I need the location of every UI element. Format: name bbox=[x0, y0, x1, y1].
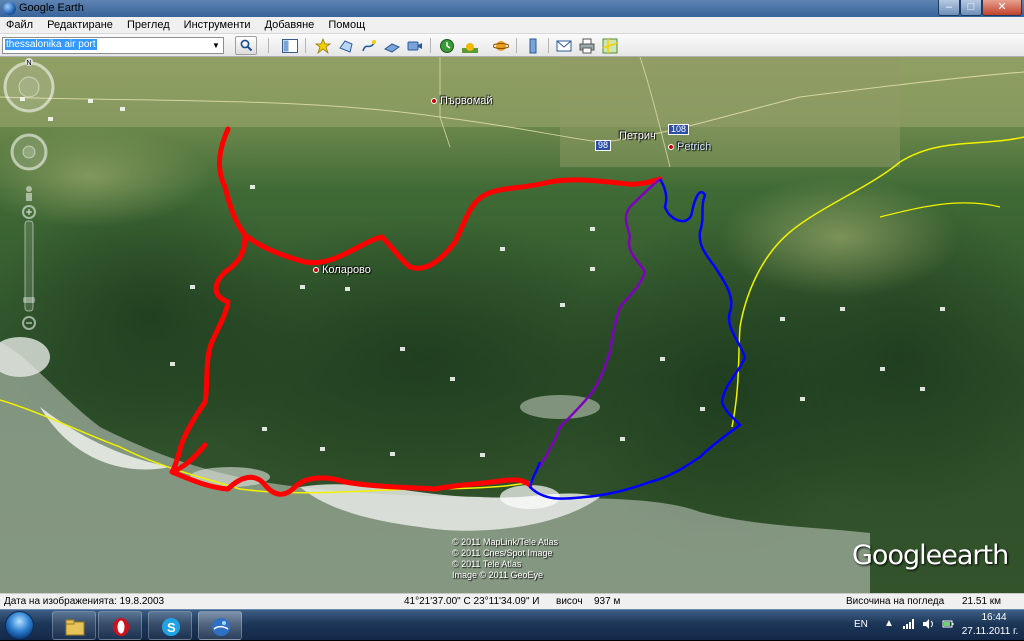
switch-planet-button[interactable] bbox=[490, 36, 512, 55]
search-icon bbox=[240, 39, 252, 52]
add-placemark-button[interactable] bbox=[312, 36, 334, 55]
town-marker-icon bbox=[431, 98, 437, 104]
toolbar-separator bbox=[516, 38, 517, 53]
language-indicator[interactable]: EN bbox=[854, 619, 868, 630]
add-polygon-button[interactable] bbox=[335, 36, 357, 55]
taskbar-google-earth[interactable] bbox=[198, 611, 242, 640]
skype-icon: S bbox=[162, 618, 180, 636]
opera-icon bbox=[113, 618, 129, 636]
ruler-button[interactable] bbox=[522, 36, 544, 55]
minimize-button[interactable]: – bbox=[938, 0, 960, 16]
menu-edit[interactable]: Редактиране bbox=[41, 17, 118, 31]
windows-logo-icon bbox=[5, 611, 34, 640]
taskbar-skype[interactable]: S bbox=[148, 611, 192, 640]
network-icon[interactable] bbox=[902, 618, 914, 633]
pegman-icon[interactable] bbox=[26, 186, 32, 201]
chevron-down-icon[interactable]: ▼ bbox=[210, 39, 222, 52]
toolbar-separator bbox=[548, 38, 549, 53]
menu-tools[interactable]: Инструменти bbox=[178, 17, 256, 31]
taskbar: S EN ▲ 16:44 27.11.2011 г. bbox=[0, 609, 1024, 640]
battery-icon[interactable] bbox=[942, 618, 954, 633]
google-earth-logo: Googleearth bbox=[852, 540, 1009, 571]
menu-help[interactable]: Помощ bbox=[322, 17, 370, 31]
search-input-value[interactable]: thessalonika air port bbox=[5, 39, 97, 50]
title-bar: Google Earth – □ ✕ bbox=[0, 0, 1024, 17]
maximize-button[interactable]: □ bbox=[960, 0, 982, 16]
taskbar-opera[interactable] bbox=[98, 611, 142, 640]
system-tray: EN ▲ 16:44 27.11.2011 г. bbox=[846, 610, 1024, 641]
image-date: Дата на изображенията: 19.8.2003 bbox=[4, 596, 165, 607]
search-button[interactable] bbox=[235, 36, 257, 55]
sunlight-button[interactable] bbox=[459, 36, 481, 55]
menu-view[interactable]: Преглед bbox=[121, 17, 175, 31]
google-earth-icon bbox=[212, 618, 230, 636]
menu-file[interactable]: Файл bbox=[0, 17, 38, 31]
print-button[interactable] bbox=[576, 36, 598, 55]
record-tour-icon bbox=[407, 41, 422, 51]
sidebar-toggle-button[interactable] bbox=[279, 36, 301, 55]
elevation-value: 937 м bbox=[594, 596, 621, 607]
place-petrich[interactable]: Петрич bbox=[619, 130, 656, 142]
windows-explorer-icon bbox=[65, 619, 85, 636]
print-icon bbox=[579, 38, 595, 54]
clock-date[interactable]: 27.11.2011 г. bbox=[958, 626, 1022, 637]
view-in-google-maps-button[interactable] bbox=[599, 36, 621, 55]
zoom-slider[interactable] bbox=[22, 205, 36, 330]
eye-altitude-label: Височина на погледа bbox=[846, 596, 945, 607]
town-marker-icon bbox=[668, 144, 674, 150]
email-icon bbox=[556, 40, 572, 52]
coordinates-readout: 41°21'37.00" С 23°11'34.09" И bbox=[404, 596, 540, 607]
ruler-icon bbox=[529, 38, 537, 54]
road-shield-98: 98 bbox=[595, 140, 612, 151]
town-marker-icon bbox=[313, 267, 319, 273]
close-button[interactable]: ✕ bbox=[982, 0, 1022, 16]
start-button[interactable] bbox=[2, 610, 40, 641]
historical-imagery-button[interactable] bbox=[436, 36, 458, 55]
placemark-icon bbox=[314, 38, 332, 55]
toolbar-separator bbox=[430, 38, 431, 53]
record-tour-button[interactable] bbox=[404, 36, 426, 55]
sidebar-icon bbox=[282, 39, 298, 53]
elevation-label: височ bbox=[556, 596, 583, 607]
window-title: Google Earth bbox=[19, 2, 84, 14]
map-view[interactable]: Първомай Петрич Petrich Коларово 98 108 … bbox=[0, 57, 1024, 593]
navigation-controls[interactable]: N bbox=[0, 57, 58, 337]
eye-altitude-value: 21.51 км bbox=[962, 596, 1002, 607]
image-overlay-icon bbox=[383, 43, 401, 53]
google-maps-icon bbox=[602, 38, 618, 54]
volume-icon[interactable] bbox=[922, 618, 934, 633]
email-button[interactable] bbox=[553, 36, 575, 55]
add-path-button[interactable] bbox=[358, 36, 380, 55]
planet-icon bbox=[492, 41, 510, 51]
toolbar: thessalonika air port ▼ bbox=[0, 34, 1024, 57]
sunlight-icon bbox=[462, 43, 478, 53]
show-hidden-icons-icon[interactable]: ▲ bbox=[884, 618, 894, 629]
menu-add[interactable]: Добавяне bbox=[259, 17, 320, 31]
google-earth-icon bbox=[3, 2, 16, 15]
compass-ring-icon[interactable]: N bbox=[3, 58, 55, 113]
add-image-overlay-button[interactable] bbox=[381, 36, 403, 55]
svg-text:N: N bbox=[27, 60, 32, 67]
status-bar: Дата на изображенията: 19.8.2003 41°21'3… bbox=[0, 593, 1024, 609]
road-shield-108: 108 bbox=[668, 124, 690, 135]
satellite-imagery[interactable] bbox=[0, 57, 1024, 593]
pan-control-icon[interactable] bbox=[10, 133, 48, 171]
search-input[interactable]: thessalonika air port ▼ bbox=[2, 37, 224, 54]
taskbar-explorer[interactable] bbox=[52, 611, 96, 640]
path-icon bbox=[362, 40, 376, 52]
clock-time[interactable]: 16:44 bbox=[974, 612, 1014, 623]
place-kolarovo[interactable]: Коларово bbox=[313, 264, 371, 276]
toolbar-separator bbox=[305, 38, 306, 53]
polygon-icon bbox=[339, 40, 353, 53]
svg-text:S: S bbox=[167, 620, 176, 635]
menu-bar: Файл Редактиране Преглед Инструменти Доб… bbox=[0, 17, 1024, 34]
historical-imagery-icon bbox=[440, 39, 454, 53]
place-parvomay[interactable]: Първомай bbox=[431, 95, 493, 107]
toolbar-separator bbox=[268, 38, 269, 53]
imagery-copyright: © 2011 MapLink/Tele Atlas © 2011 Cnes/Sp… bbox=[452, 537, 559, 580]
place-petrich-latin[interactable]: Petrich bbox=[668, 141, 711, 153]
